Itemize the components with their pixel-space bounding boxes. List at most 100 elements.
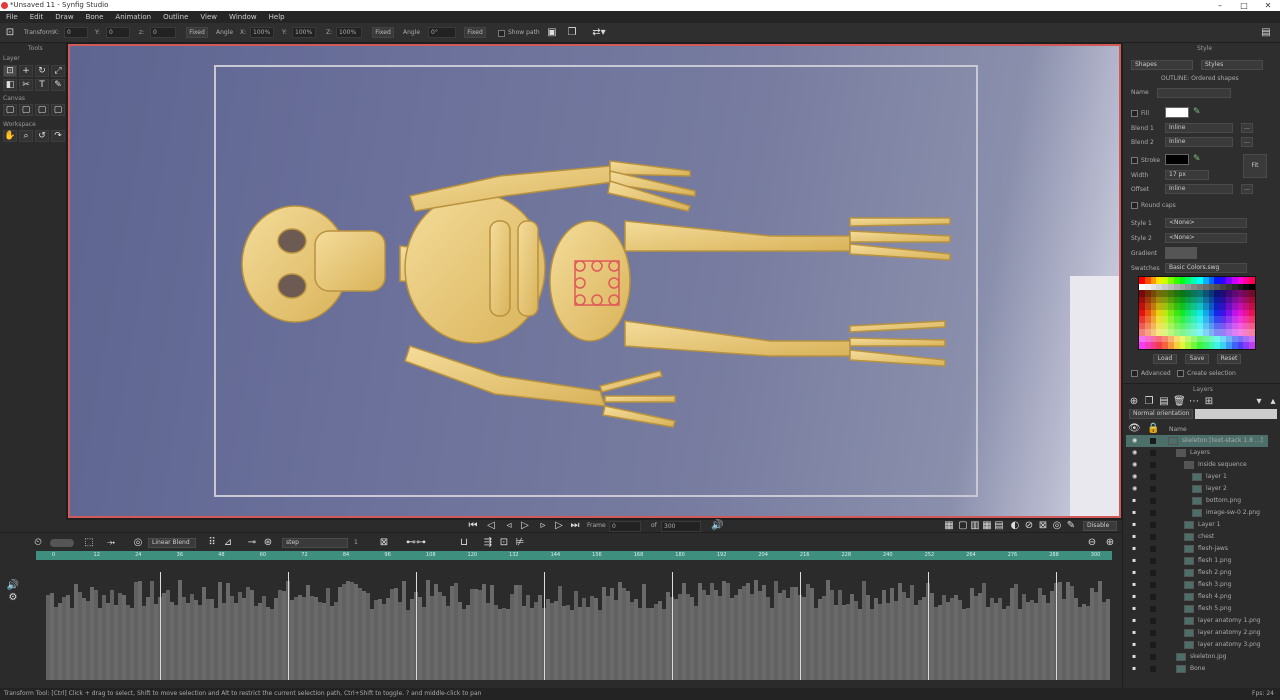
group-layer-icon[interactable]: ▤ [1158,396,1170,408]
layer-lock-toggle[interactable] [1150,510,1156,516]
mirror-tool-button[interactable]: ◧ [3,79,17,91]
menu-edit[interactable]: Edit [30,11,44,23]
new-canvas-button[interactable]: ▢ [3,104,17,116]
layer-row[interactable]: ▪ bottom.png [1126,495,1268,507]
layer-lock-toggle[interactable] [1150,474,1156,480]
layout-2-icon[interactable]: ▥ [969,520,981,532]
render-frame-icon[interactable]: ⊡ [498,537,510,549]
rotate-tool-button[interactable]: ↻ [35,65,49,77]
time-ruler[interactable]: 0 12 24 36 48 60 72 84 96 108 120 132 144 156 168 180 19… [36,551,1112,560]
add-layer-icon[interactable]: ⊕ [1128,396,1140,408]
prev-keyframe-icon[interactable]: ◁ [485,520,497,532]
lower-layer-icon[interactable]: ▾ [1253,396,1265,408]
menu-animation[interactable]: Animation [115,11,151,23]
onion-skin-icon[interactable]: ◐ [1009,520,1021,532]
guide-icon[interactable]: ⊘ [1023,520,1035,532]
redo-button[interactable]: ↷ [51,130,65,142]
layer-visibility-icon[interactable]: ◉ [1132,438,1139,444]
scale-x-field[interactable]: 100% [250,27,274,38]
layer-row[interactable]: ◉ Layers [1126,447,1268,459]
stroke-checkbox[interactable] [1131,157,1138,164]
next-frame-icon[interactable]: ▹ [537,520,549,532]
layer-row[interactable]: ▪ flesh 3.png [1126,579,1268,591]
layer-visibility-icon[interactable]: ◉ [1132,486,1139,492]
transform-tool-button[interactable]: ⊡ [3,65,17,77]
background-icon[interactable]: ◎ [1051,520,1063,532]
waveform-track[interactable] [46,572,1110,680]
layer-visibility-icon[interactable]: ▪ [1132,558,1139,564]
create-selection-checkbox[interactable] [1177,370,1184,377]
layer-lock-toggle[interactable] [1150,666,1156,672]
y-field[interactable]: 0 [106,27,130,38]
layer-lock-toggle[interactable] [1150,582,1156,588]
gradient-swatch[interactable] [1165,247,1197,259]
zoom-tool-button[interactable]: ⌕ [19,130,33,142]
sound-icon[interactable]: 🔊 [711,520,723,532]
layer-visibility-icon[interactable]: ▪ [1132,666,1139,672]
layer-visibility-icon[interactable]: ▪ [1132,618,1139,624]
layer-visibility-icon[interactable]: ▪ [1132,498,1139,504]
blend2-more-button[interactable]: … [1241,137,1253,147]
seek-end-icon[interactable]: ⏭ [569,520,581,532]
layout-3-icon[interactable]: ▦ [981,520,993,532]
z-field[interactable]: 0 [150,27,176,38]
fill-color-swatch[interactable] [1165,107,1189,118]
interpolation-icon[interactable]: ◎ [132,537,144,549]
save-canvas-button[interactable]: ▢ [35,104,49,116]
show-grid-icon[interactable]: ▦ [943,520,955,532]
layer-visibility-icon[interactable]: ▪ [1132,654,1139,660]
end-frame-field[interactable]: 300 [661,521,701,532]
text-tool-button[interactable]: T [35,79,49,91]
stroke-color-swatch[interactable] [1165,154,1189,165]
reset-swatch-button[interactable]: Reset [1217,354,1241,364]
angle-fixed-button[interactable]: Fixed [464,27,486,38]
layer-row[interactable]: ◉ layer 2 [1126,483,1268,495]
maximize-button[interactable]: □ [1232,0,1256,11]
layer-row[interactable]: ▪ Bone [1126,663,1268,675]
width-field[interactable]: 17 px [1165,170,1209,180]
layer-lock-toggle[interactable] [1150,654,1156,660]
clear-icon[interactable]: ⊭ [514,537,526,549]
layer-visibility-icon[interactable]: ▪ [1132,534,1139,540]
offset-more-button[interactable]: … [1241,184,1253,194]
layer-row[interactable]: ▪ layer anatomy 1.png [1126,615,1268,627]
prev-frame-icon[interactable]: ◃ [503,520,515,532]
layer-lock-toggle[interactable] [1150,534,1156,540]
sound-layer-icon[interactable]: ⇶ [482,537,494,549]
style1-dropdown[interactable]: <None> [1165,218,1247,228]
layer-row[interactable]: ▪ layer anatomy 3.png [1126,639,1268,651]
zoom-in-icon[interactable]: ⊕ [1104,537,1116,549]
seek-begin-icon[interactable]: ⏮ [467,520,479,532]
jump-keyframe-icon[interactable]: ⊷⊶ [400,537,432,549]
layout-4-icon[interactable]: ▤ [993,520,1005,532]
menu-outline[interactable]: Outline [163,11,188,23]
animation-mode-icon[interactable]: ⏲ [32,537,44,549]
layer-lock-toggle[interactable] [1150,486,1156,492]
swatches-dropdown[interactable]: Basic Colors.swg [1165,263,1247,273]
layout-1-icon[interactable]: ▢ [957,520,969,532]
step-toggle-icon[interactable]: ⊠ [378,537,390,549]
open-canvas-button[interactable]: ▢ [19,104,33,116]
future-keyframes-icon[interactable]: ⤞ [102,537,120,549]
play-icon[interactable]: ▷ [519,520,531,532]
style2-dropdown[interactable]: <None> [1165,233,1247,243]
scale-y-field[interactable]: 100% [292,27,316,38]
past-keyframes-icon[interactable]: ⬚ [80,537,98,549]
layer-row[interactable]: ◉ Inside sequence [1126,459,1268,471]
layer-lock-toggle[interactable] [1150,558,1156,564]
more-layer-icon[interactable]: ⋯ [1188,396,1200,408]
keyframe-lock-icon[interactable]: ⊿ [222,537,234,549]
scale-fixed-button[interactable]: Fixed [372,27,394,38]
copy-icon[interactable]: ❐ [566,27,578,39]
palette-swatch[interactable] [1249,342,1255,349]
quality-dropdown[interactable]: Disable [1083,521,1117,531]
blend-filter-dropdown[interactable]: Normal orientation [1129,409,1193,419]
layer-visibility-icon[interactable]: ◉ [1132,474,1139,480]
layer-row[interactable]: ▪ skeleton.jpg [1126,651,1268,663]
scale-tool-button[interactable]: ⤢ [51,65,65,77]
layer-visibility-icon[interactable]: ▪ [1132,630,1139,636]
add-keyframe-icon[interactable]: ⊸ [246,537,258,549]
show-path-checkbox[interactable] [498,30,505,37]
layer-lock-toggle[interactable] [1150,630,1156,636]
layer-visibility-icon[interactable]: ▪ [1132,594,1139,600]
